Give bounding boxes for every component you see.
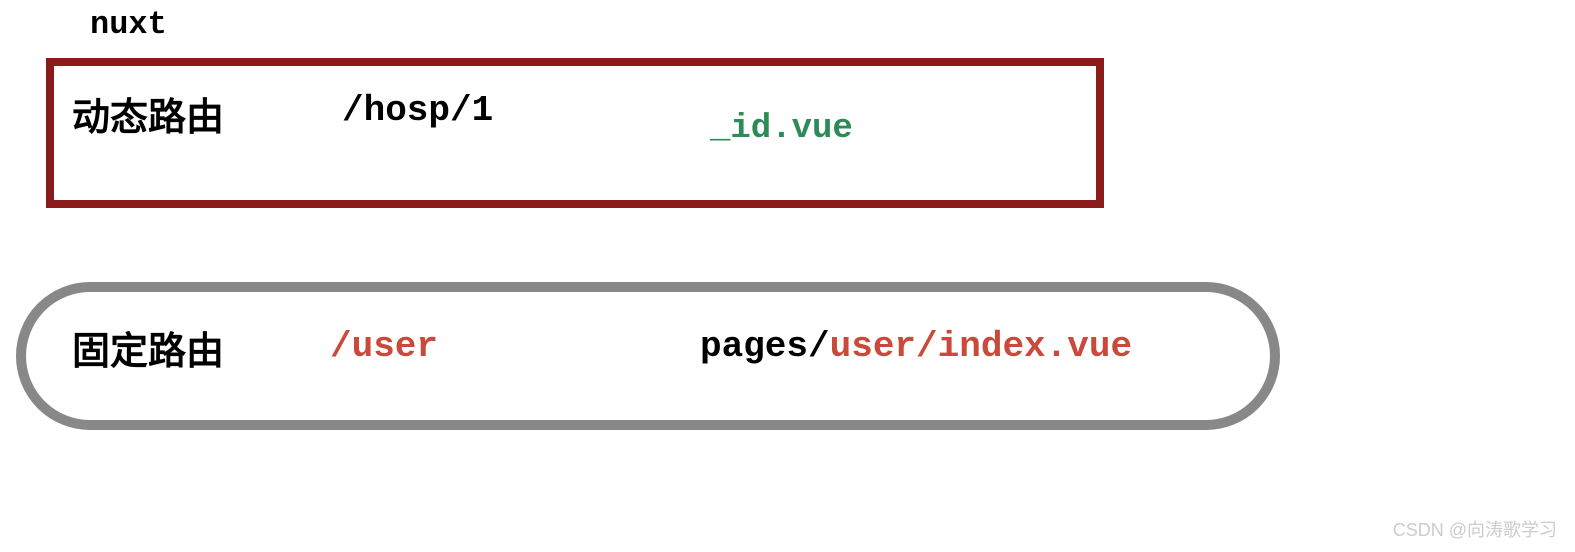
- header-label: nuxt: [90, 6, 167, 43]
- fixed-route-label: 固定路由: [72, 320, 224, 375]
- file-prefix: pages/: [700, 326, 830, 367]
- dynamic-route-file: _id.vue: [710, 110, 853, 148]
- watermark: CSDN @向涛歌学习: [1393, 516, 1557, 542]
- dynamic-route-label: 动态路由: [72, 86, 224, 141]
- dynamic-route-path: /hosp/1: [342, 90, 493, 131]
- file-highlight: user/index.vue: [830, 326, 1132, 367]
- fixed-route-file: pages/user/index.vue: [700, 326, 1132, 367]
- fixed-route-path: /user: [330, 326, 438, 367]
